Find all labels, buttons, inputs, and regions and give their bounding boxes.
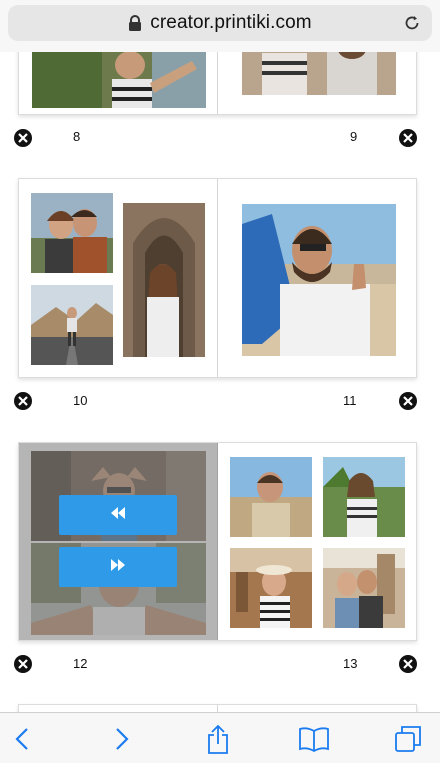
page-number: 9 bbox=[350, 129, 358, 144]
url-text: creator.printiki.com bbox=[150, 12, 312, 33]
spread-8-9[interactable] bbox=[18, 52, 417, 115]
page-number: 11 bbox=[343, 393, 357, 408]
photo[interactable] bbox=[123, 203, 205, 357]
browser-toolbar bbox=[0, 712, 440, 763]
page-10[interactable] bbox=[19, 179, 218, 377]
page[interactable] bbox=[19, 705, 218, 712]
spread-labels-10-11: 10 11 bbox=[0, 390, 440, 412]
url-field[interactable]: creator.printiki.com bbox=[8, 5, 432, 41]
page-number: 8 bbox=[73, 129, 81, 144]
move-spread-back-button[interactable] bbox=[59, 495, 177, 535]
reload-icon[interactable] bbox=[402, 13, 422, 33]
photo[interactable] bbox=[242, 52, 396, 95]
photo[interactable] bbox=[31, 285, 113, 365]
rewind-icon bbox=[110, 506, 126, 524]
fast-forward-icon bbox=[110, 558, 126, 576]
spread-labels-8-9: 8 9 bbox=[0, 127, 440, 149]
delete-spread-button[interactable] bbox=[14, 655, 32, 673]
photo[interactable] bbox=[32, 52, 206, 108]
spread-next[interactable] bbox=[18, 704, 417, 712]
photo[interactable] bbox=[242, 204, 396, 356]
lock-icon bbox=[128, 15, 142, 31]
delete-spread-button[interactable] bbox=[14, 129, 32, 147]
page[interactable] bbox=[218, 705, 417, 712]
photo[interactable] bbox=[323, 457, 405, 537]
photo[interactable] bbox=[323, 548, 405, 628]
tabs-icon[interactable] bbox=[392, 723, 424, 755]
photo[interactable] bbox=[230, 457, 312, 537]
back-icon[interactable] bbox=[6, 723, 38, 755]
page-8[interactable] bbox=[19, 52, 218, 114]
delete-spread-button[interactable] bbox=[399, 392, 417, 410]
spread-labels-12-13: 12 13 bbox=[0, 653, 440, 675]
move-spread-forward-button[interactable] bbox=[59, 547, 177, 587]
page-number: 10 bbox=[73, 393, 88, 408]
photo[interactable] bbox=[31, 193, 113, 273]
forward-icon[interactable] bbox=[106, 723, 138, 755]
bookmarks-icon[interactable] bbox=[298, 723, 330, 755]
address-bar: creator.printiki.com bbox=[0, 0, 440, 52]
delete-spread-button[interactable] bbox=[14, 392, 32, 410]
page-13[interactable] bbox=[218, 443, 417, 640]
delete-spread-button[interactable] bbox=[399, 655, 417, 673]
spread-12-13[interactable] bbox=[18, 442, 417, 641]
page-number: 12 bbox=[73, 656, 88, 671]
page-12[interactable] bbox=[19, 443, 218, 640]
photo[interactable] bbox=[230, 548, 312, 628]
delete-spread-button[interactable] bbox=[399, 129, 417, 147]
page-11[interactable] bbox=[218, 179, 417, 377]
selection-overlay bbox=[19, 443, 218, 640]
page-number: 13 bbox=[343, 656, 358, 671]
book-editor: 8 9 10 11 12 13 bbox=[0, 52, 440, 712]
page-9[interactable] bbox=[218, 52, 417, 114]
spread-10-11[interactable] bbox=[18, 178, 417, 378]
share-icon[interactable] bbox=[202, 723, 234, 755]
